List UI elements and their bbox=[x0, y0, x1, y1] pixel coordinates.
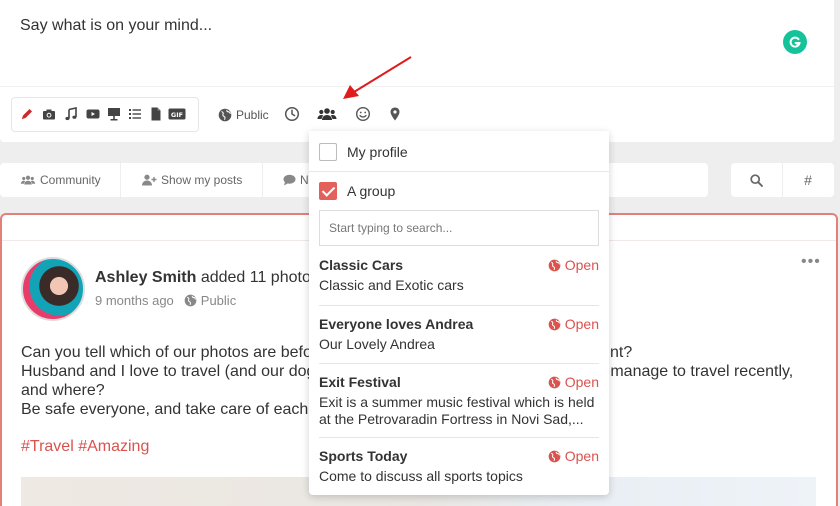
divider bbox=[319, 437, 599, 438]
post-privacy: Public bbox=[200, 293, 237, 308]
more-options-icon[interactable]: ••• bbox=[801, 253, 821, 271]
group-icon bbox=[20, 175, 36, 185]
divider bbox=[319, 363, 599, 364]
annotation-arrow bbox=[343, 56, 412, 99]
option-label: A group bbox=[347, 183, 396, 199]
post-action: added 11 photos bbox=[200, 269, 319, 286]
checkbox[interactable] bbox=[319, 143, 337, 161]
post-body-line: nt? bbox=[610, 344, 633, 361]
group-search-input[interactable]: Start typing to search... bbox=[319, 210, 599, 246]
group-status-label: Open bbox=[564, 374, 599, 390]
author-name[interactable]: Ashley Smith bbox=[95, 269, 196, 286]
option-my-profile[interactable]: My profile bbox=[309, 142, 609, 162]
post-target-dropdown: My profile A group Start typing to searc… bbox=[309, 131, 609, 495]
group-status-label: Open bbox=[564, 316, 599, 332]
globe-icon bbox=[218, 108, 232, 122]
comment-icon bbox=[283, 174, 296, 186]
group-item[interactable]: Everyone loves Andrea Open Our Lovely An… bbox=[319, 316, 599, 356]
document-icon[interactable] bbox=[149, 107, 163, 121]
group-description: Our Lovely Andrea bbox=[319, 336, 435, 352]
svg-text:GIF: GIF bbox=[171, 111, 183, 119]
group-description: Classic and Exotic cars bbox=[319, 277, 464, 293]
post-composer: Say what is on your mind... bbox=[0, 0, 834, 142]
globe-icon bbox=[548, 376, 561, 388]
post-body-right: nt? u manage to travel recently, bbox=[597, 343, 793, 381]
group-description: Come to discuss all sports topics bbox=[319, 468, 523, 484]
checkbox[interactable] bbox=[319, 182, 337, 200]
gif-icon[interactable]: GIF bbox=[168, 107, 186, 121]
globe-icon bbox=[548, 318, 561, 330]
globe-icon bbox=[184, 294, 197, 307]
add-user-icon bbox=[142, 174, 157, 186]
group-item[interactable]: Sports Today Open Come to discuss all sp… bbox=[319, 448, 599, 488]
camera-icon[interactable] bbox=[42, 107, 56, 121]
group-name: Sports Today bbox=[319, 448, 408, 464]
group-status: Open bbox=[548, 448, 599, 464]
slides-icon[interactable] bbox=[107, 107, 121, 121]
post-meta: 9 months ago Public bbox=[95, 293, 236, 308]
location-icon[interactable] bbox=[387, 106, 403, 122]
globe-icon bbox=[548, 259, 561, 271]
filter-show-my-posts[interactable]: Show my posts bbox=[121, 163, 263, 197]
group-name: Classic Cars bbox=[319, 257, 404, 273]
group-status: Open bbox=[548, 374, 599, 390]
group-status-label: Open bbox=[564, 257, 599, 273]
divider bbox=[319, 305, 599, 306]
group-icon[interactable] bbox=[317, 106, 337, 122]
clock-icon[interactable] bbox=[284, 106, 300, 122]
divider bbox=[309, 171, 609, 172]
post-hashtags[interactable]: #Travel #Amazing bbox=[21, 438, 149, 456]
privacy-selector[interactable]: Public bbox=[218, 107, 269, 123]
avatar[interactable] bbox=[21, 257, 85, 321]
feed-search-tools: # bbox=[731, 163, 834, 197]
group-status: Open bbox=[548, 316, 599, 332]
post-author-line: Ashley Smith added 11 photos bbox=[95, 269, 319, 287]
hashtag-button[interactable]: # bbox=[782, 163, 833, 197]
group-item[interactable]: Exit Festival Open Exit is a summer musi… bbox=[319, 374, 599, 428]
globe-icon bbox=[548, 450, 561, 462]
group-name: Exit Festival bbox=[319, 374, 401, 390]
filter-community[interactable]: Community bbox=[0, 163, 121, 197]
post-body-line: u manage to travel recently, bbox=[597, 363, 794, 380]
privacy-label: Public bbox=[236, 108, 269, 122]
group-status: Open bbox=[548, 257, 599, 273]
search-button[interactable] bbox=[731, 163, 782, 197]
music-icon[interactable] bbox=[64, 107, 78, 121]
pencil-icon[interactable] bbox=[20, 107, 34, 121]
grammarly-icon[interactable] bbox=[783, 30, 807, 54]
toolbar-divider bbox=[0, 86, 834, 87]
option-a-group[interactable]: A group bbox=[309, 181, 609, 201]
composer-input[interactable]: Say what is on your mind... bbox=[20, 17, 212, 35]
post-time[interactable]: 9 months ago bbox=[95, 293, 174, 308]
group-item[interactable]: Classic Cars Open Classic and Exotic car… bbox=[319, 257, 599, 297]
video-icon[interactable] bbox=[86, 107, 100, 121]
group-status-label: Open bbox=[564, 448, 599, 464]
search-icon bbox=[750, 173, 763, 187]
filter-label: Show my posts bbox=[161, 173, 243, 187]
group-name: Everyone loves Andrea bbox=[319, 316, 474, 332]
list-icon[interactable] bbox=[128, 107, 142, 121]
emoji-icon[interactable] bbox=[355, 106, 371, 122]
filter-label: Community bbox=[40, 173, 101, 187]
option-label: My profile bbox=[347, 144, 408, 160]
group-description: Exit is a summer music festival which is… bbox=[319, 394, 595, 427]
